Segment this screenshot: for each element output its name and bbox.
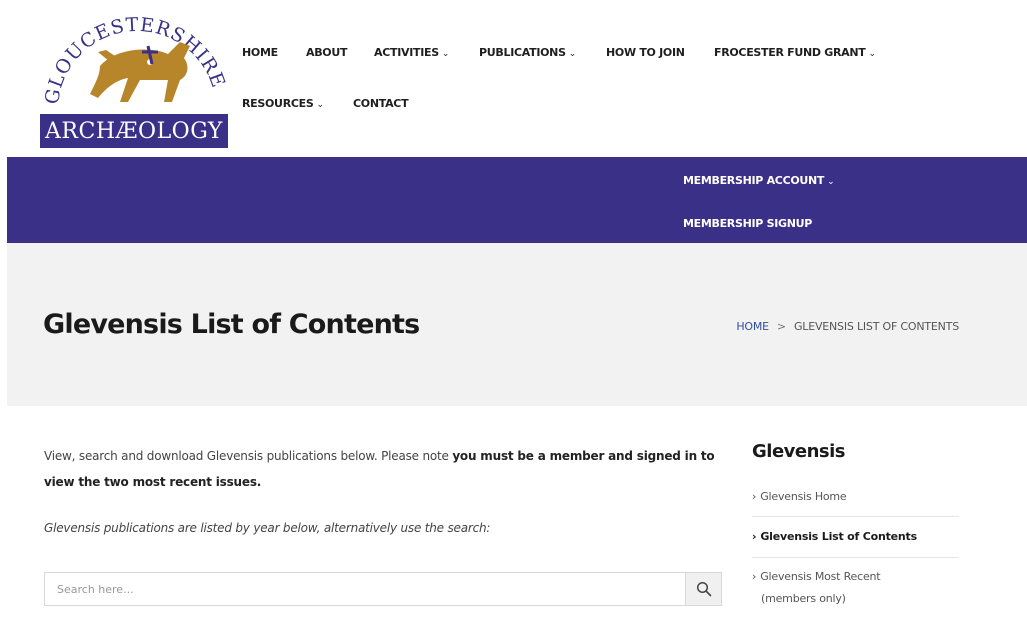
sidebar-item-label: Glevensis Home <box>760 490 847 503</box>
intro-paragraph: View, search and download Glevensis publ… <box>44 443 734 495</box>
nav-item-label: PUBLICATIONS <box>479 46 566 59</box>
search-icon <box>696 581 711 597</box>
logo-emblem-icon: GLOUCESTERSHIRE <box>41 14 228 106</box>
membership-signup-link[interactable]: MEMBERSHIP SIGNUP <box>683 217 812 230</box>
sidebar-item-most-recent[interactable]: › Glevensis Most Recent (members only) <box>752 566 959 622</box>
logo-bottom-text: ARCHÆOLOGY <box>45 118 223 144</box>
breadcrumb-current: GLEVENSIS LIST OF CONTENTS <box>793 320 959 333</box>
chevron-right-icon: › <box>752 490 757 503</box>
nav-item-how-to-join[interactable]: HOW TO JOIN <box>606 46 685 59</box>
search-form <box>44 572 722 606</box>
chevron-right-icon: › <box>752 570 757 583</box>
chevron-down-icon: ⌄ <box>827 177 835 187</box>
chevron-down-icon: ⌄ <box>316 100 324 110</box>
sidebar-item-sublabel: (members only) <box>761 592 846 605</box>
breadcrumb: HOME > GLEVENSIS LIST OF CONTENTS <box>736 320 959 333</box>
chevron-right-icon: › <box>752 530 757 543</box>
nav-item-label: ACTIVITIES <box>374 46 439 59</box>
membership-account-label: MEMBERSHIP ACCOUNT <box>683 174 825 187</box>
site-logo[interactable]: GLOUCESTERSHIRE ARCHÆOLOGY <box>40 6 228 148</box>
sidebar-item-list-of-contents[interactable]: › Glevensis List of Contents <box>752 526 959 558</box>
nav-item-contact[interactable]: CONTACT <box>353 97 409 110</box>
logo-title-box: ARCHÆOLOGY <box>40 114 228 148</box>
sidebar-item-label: Glevensis Most Recent <box>760 570 881 583</box>
chevron-down-icon: ⌄ <box>868 49 877 59</box>
site-header: GLOUCESTERSHIRE ARCHÆOLOGY HOME ABOUT AC… <box>0 0 1027 157</box>
listed-note: Glevensis publications are listed by yea… <box>44 521 491 535</box>
breadcrumb-separator: > <box>776 320 786 333</box>
nav-item-about[interactable]: ABOUT <box>306 46 347 59</box>
nav-item-label: ABOUT <box>306 46 348 59</box>
page-title: Glevensis List of Contents <box>43 309 420 340</box>
nav-item-label: HOME <box>242 46 278 59</box>
nav-item-home[interactable]: HOME <box>242 46 278 59</box>
nav-item-label: RESOURCES <box>242 97 314 110</box>
sidebar-item-label: Glevensis List of Contents <box>760 530 917 543</box>
intro-text: View, search and download Glevensis publ… <box>44 449 453 463</box>
nav-item-label: HOW TO JOIN <box>606 46 685 59</box>
membership-signup-label: MEMBERSHIP SIGNUP <box>683 217 813 230</box>
search-button[interactable] <box>685 573 721 605</box>
membership-account-menu[interactable]: MEMBERSHIP ACCOUNT ⌄ <box>683 174 835 187</box>
nav-item-frocester-fund-grant[interactable]: FROCESTER FUND GRANT ⌄ <box>714 46 876 59</box>
chevron-down-icon: ⌄ <box>568 49 577 59</box>
chevron-down-icon: ⌄ <box>441 49 450 59</box>
nav-item-label: CONTACT <box>353 97 409 110</box>
page-title-banner: Glevensis List of Contents HOME > GLEVENSI… <box>7 243 1027 406</box>
sidebar-item-glevensis-home[interactable]: › Glevensis Home <box>752 486 959 517</box>
breadcrumb-home-link[interactable]: HOME <box>736 320 769 333</box>
sidebar-title: Glevensis <box>752 441 846 462</box>
nav-item-label: FROCESTER FUND GRANT <box>714 46 866 59</box>
nav-item-activities[interactable]: ACTIVITIES ⌄ <box>374 46 449 59</box>
nav-item-resources[interactable]: RESOURCES ⌄ <box>242 97 324 110</box>
membership-bar: MEMBERSHIP ACCOUNT ⌄ MEMBERSHIP SIGNUP <box>7 157 1027 243</box>
search-input[interactable] <box>45 573 685 605</box>
nav-item-publications[interactable]: PUBLICATIONS ⌄ <box>479 46 576 59</box>
